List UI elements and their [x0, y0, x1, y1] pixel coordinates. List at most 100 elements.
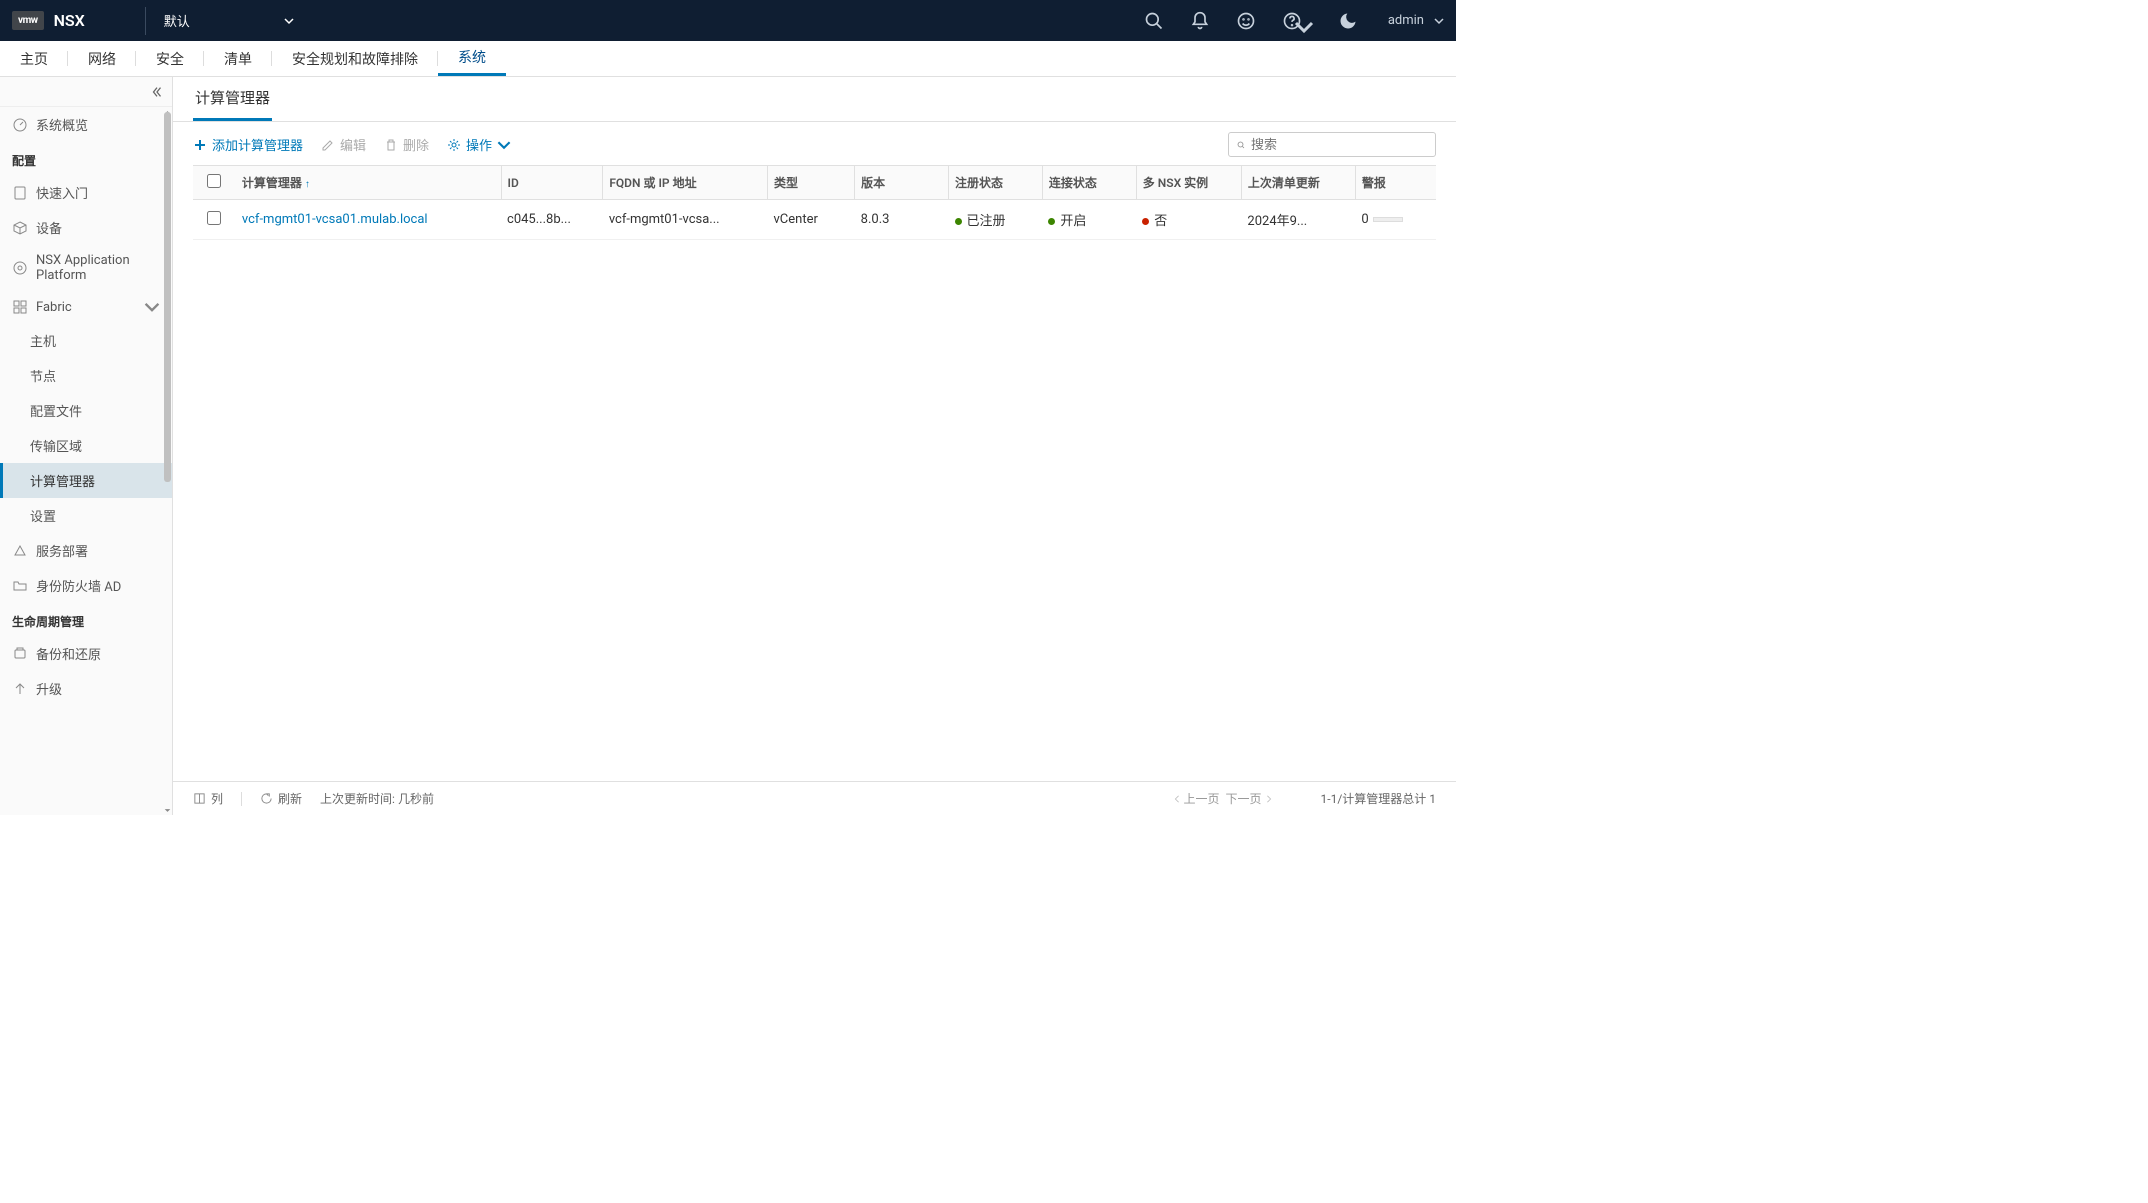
cell-name[interactable]: vcf-mgmt01-vcsa01.mulab.local [236, 200, 501, 240]
sidebar-item-overview[interactable]: 系统概览 [0, 107, 172, 142]
content-tabs: 计算管理器 [173, 77, 1456, 122]
vmware-logo: vmw [12, 11, 44, 30]
user-name-label: admin [1388, 13, 1424, 28]
cell-version: 8.0.3 [855, 200, 949, 240]
upgrade-icon [12, 681, 28, 697]
alarm-bar-icon [1373, 217, 1403, 222]
col-header-reg-status[interactable]: 注册状态 [949, 166, 1043, 200]
sort-asc-icon: ↑ [305, 179, 310, 190]
cell-reg-status: 已注册 [949, 200, 1043, 240]
platform-icon [12, 260, 28, 276]
sidebar-collapse[interactable] [0, 77, 172, 107]
deploy-icon [12, 543, 28, 559]
dashboard-icon [12, 117, 28, 133]
sidebar-item-identity-firewall[interactable]: 身份防火墙 AD [0, 568, 172, 603]
sidebar-sub-compute-managers[interactable]: 计算管理器 [0, 463, 172, 498]
add-compute-manager-button[interactable]: 添加计算管理器 [193, 135, 303, 154]
nav-tab-security[interactable]: 安全 [136, 41, 204, 76]
cell-last-inventory: 2024年9... [1241, 200, 1355, 240]
sidebar-sub-profiles[interactable]: 配置文件 [0, 393, 172, 428]
col-header-version[interactable]: 版本 [855, 166, 949, 200]
cell-fqdn: vcf-mgmt01-vcsa... [603, 200, 768, 240]
sidebar-sub-settings[interactable]: 设置 [0, 498, 172, 533]
scope-label: 默认 [164, 11, 190, 30]
cell-id: c045...8b... [501, 200, 603, 240]
gear-icon [447, 138, 461, 152]
cell-multi-nsx: 否 [1136, 200, 1241, 240]
select-all-checkbox[interactable] [207, 174, 221, 188]
sidebar-item-fabric[interactable]: Fabric [0, 291, 172, 323]
feedback-icon[interactable] [1236, 11, 1256, 31]
columns-button[interactable]: 列 [193, 790, 223, 807]
toolbar: 添加计算管理器 编辑 删除 操作 [173, 122, 1456, 165]
search-input[interactable] [1251, 137, 1427, 152]
nav-tab-networking[interactable]: 网络 [68, 41, 136, 76]
sidebar-item-label: 系统概览 [36, 115, 88, 134]
col-header-id[interactable]: ID [501, 166, 603, 200]
scroll-down-arrow[interactable] [164, 805, 171, 815]
scrollbar-thumb[interactable] [164, 112, 171, 482]
scope-dropdown[interactable]: 默认 [164, 11, 314, 30]
col-header-fqdn[interactable]: FQDN 或 IP 地址 [603, 166, 768, 200]
notifications-icon[interactable] [1190, 11, 1210, 31]
backup-icon [12, 646, 28, 662]
user-menu[interactable]: admin [1388, 13, 1444, 28]
sidebar-sub-transport-zones[interactable]: 传输区域 [0, 428, 172, 463]
search-icon [1237, 138, 1245, 152]
chevron-down-icon [284, 16, 294, 26]
col-header-conn-status[interactable]: 连接状态 [1042, 166, 1136, 200]
cell-alarms: 0 [1355, 200, 1436, 240]
primary-nav: 主页 网络 安全 清单 安全规划和故障排除 系统 [0, 41, 1456, 77]
theme-toggle-icon[interactable] [1338, 11, 1358, 31]
col-header-multi-nsx[interactable]: 多 NSX 实例 [1136, 166, 1241, 200]
sidebar-item-backup-restore[interactable]: 备份和还原 [0, 636, 172, 671]
sidebar-item-label: 服务部署 [36, 541, 88, 560]
content-area: 计算管理器 添加计算管理器 编辑 删除 操作 [173, 77, 1456, 815]
button-label: 操作 [466, 135, 492, 154]
edit-button: 编辑 [321, 135, 366, 154]
actions-dropdown[interactable]: 操作 [447, 135, 511, 154]
sidebar-item-label: 升级 [36, 679, 62, 698]
chevron-down-icon [497, 138, 511, 152]
content-tab-compute-managers[interactable]: 计算管理器 [193, 77, 272, 121]
col-header-last-inventory[interactable]: 上次清单更新 [1241, 166, 1355, 200]
status-dot-icon [1048, 218, 1055, 225]
refresh-button[interactable]: 刷新 [260, 790, 302, 807]
trash-icon [384, 138, 398, 152]
sidebar-sub-hosts[interactable]: 主机 [0, 323, 172, 358]
sidebar-item-label: 身份防火墙 AD [36, 576, 121, 595]
col-header-type[interactable]: 类型 [767, 166, 854, 200]
sidebar-item-service-deploy[interactable]: 服务部署 [0, 533, 172, 568]
sidebar-item-quickstart[interactable]: 快速入门 [0, 175, 172, 210]
product-name: NSX [54, 11, 85, 30]
row-checkbox[interactable] [207, 211, 221, 225]
pager-prev[interactable]: 上一页 [1173, 790, 1220, 807]
sidebar-item-devices[interactable]: 设备 [0, 210, 172, 245]
header-divider [145, 7, 146, 35]
header-actions [1144, 11, 1358, 31]
pager-next[interactable]: 下一页 [1226, 790, 1273, 807]
nav-tab-inventory[interactable]: 清单 [204, 41, 272, 76]
divider [241, 792, 242, 806]
sidebar-item-nsx-app-platform[interactable]: NSX Application Platform [0, 245, 172, 291]
status-dot-icon [1142, 218, 1149, 225]
table-header-row: 计算管理器↑ ID FQDN 或 IP 地址 类型 版本 注册状态 连接状态 多… [193, 166, 1436, 200]
pencil-icon [321, 138, 335, 152]
sidebar-item-label: 设备 [36, 218, 62, 237]
button-label: 列 [211, 790, 223, 807]
search-icon[interactable] [1144, 11, 1164, 31]
table-footer: 列 刷新 上次更新时间: 几秒前 上一页 [173, 781, 1456, 815]
nav-tab-home[interactable]: 主页 [0, 41, 68, 76]
sidebar-item-upgrade[interactable]: 升级 [0, 671, 172, 706]
nav-tab-planning[interactable]: 安全规划和故障排除 [272, 41, 438, 76]
help-icon[interactable] [1282, 11, 1302, 31]
col-header-alarms[interactable]: 警报 [1355, 166, 1436, 200]
search-box[interactable] [1228, 132, 1436, 157]
nav-tab-system[interactable]: 系统 [438, 41, 506, 76]
sidebar-item-label: 备份和还原 [36, 644, 101, 663]
col-header-name[interactable]: 计算管理器↑ [236, 166, 501, 200]
table-row[interactable]: vcf-mgmt01-vcsa01.mulab.local c045...8b.… [193, 200, 1436, 240]
sidebar-sub-nodes[interactable]: 节点 [0, 358, 172, 393]
button-label: 删除 [403, 135, 429, 154]
status-dot-icon [955, 218, 962, 225]
